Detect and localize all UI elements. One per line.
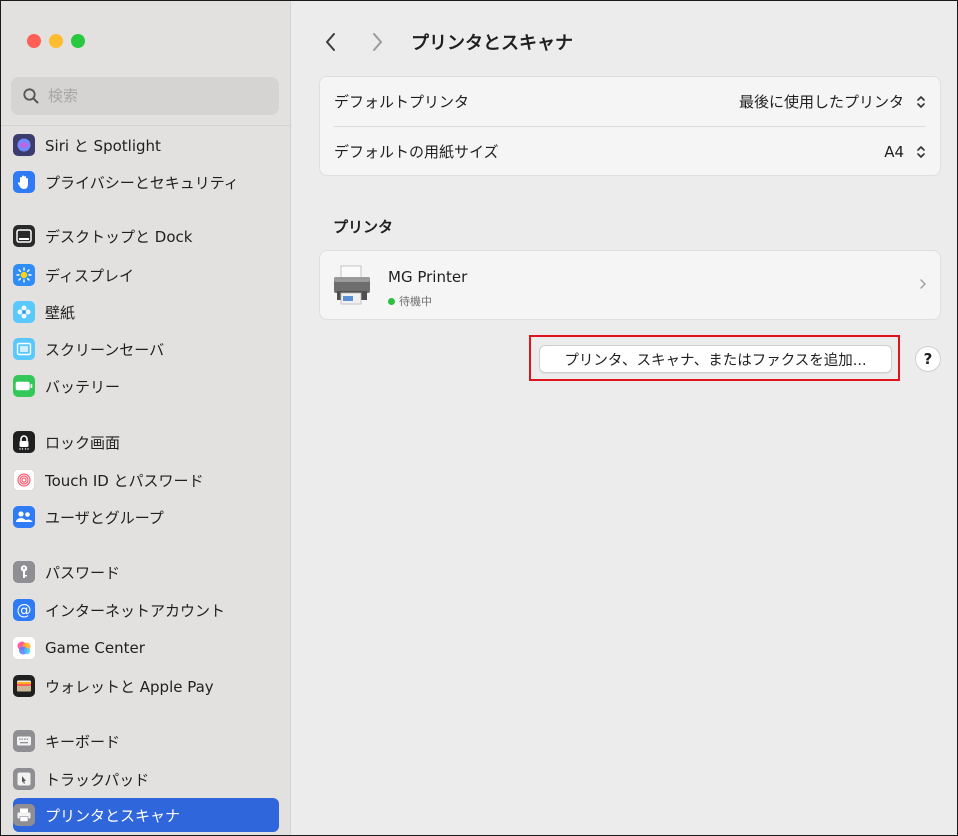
updown-chevron-icon[interactable]	[913, 92, 929, 112]
sidebar-item-internet-accounts[interactable]: @ インターネットアカウント	[13, 593, 279, 627]
sidebar-item-printers-scanners[interactable]: プリンタとスキャナ	[13, 798, 279, 832]
sidebar-item-screensaver[interactable]: スクリーンセーバ	[13, 332, 279, 366]
status-dot-icon	[388, 297, 395, 305]
flower-icon	[13, 301, 35, 323]
chevron-right-icon	[918, 275, 928, 293]
sidebar-item-trackpad[interactable]: トラックパッド	[13, 762, 279, 796]
sidebar-item-passwords[interactable]: パスワード	[13, 555, 279, 589]
sidebar-item-privacy-security[interactable]: プライバシーとセキュリティ	[13, 165, 279, 199]
sidebar-item-keyboard[interactable]: キーボード	[13, 724, 279, 758]
sidebar-item-display[interactable]: ディスプレイ	[13, 258, 279, 292]
keyboard-icon	[13, 730, 35, 752]
printer-status-text: 待機中	[399, 295, 432, 308]
sidebar-item-label: Touch ID とパスワード	[45, 471, 204, 490]
sidebar-item-label: Game Center	[45, 639, 145, 657]
window-controls	[27, 34, 85, 48]
printers-section-title: プリンタ	[333, 218, 394, 236]
sidebar-item-users-groups[interactable]: ユーザとグループ	[13, 500, 279, 534]
add-printer-scanner-fax-button[interactable]: プリンタ、スキャナ、またはファクスを追加...	[539, 345, 892, 373]
toolbar: プリンタとスキャナ	[291, 1, 957, 71]
main-pane: プリンタとスキャナ デフォルトプリンタ 最後に使用したプリンタ デフォルトの用紙…	[291, 1, 957, 835]
sidebar-item-game-center[interactable]: Game Center	[13, 631, 279, 665]
sidebar-item-label: キーボード	[45, 732, 121, 751]
wallet-icon	[13, 675, 35, 697]
updown-chevron-icon[interactable]	[913, 142, 929, 162]
default-paper-size-row[interactable]: デフォルトの用紙サイズ A4	[320, 127, 940, 176]
sidebar-item-lock-screen[interactable]: ロック画面	[13, 425, 279, 459]
sidebar-item-label: ロック画面	[45, 433, 121, 452]
sidebar-item-battery[interactable]: バッテリー	[13, 369, 279, 403]
sidebar-item-label: Siri と Spotlight	[45, 136, 161, 155]
sidebar-item-label: バッテリー	[45, 377, 121, 396]
sidebar-item-label: ディスプレイ	[45, 266, 134, 285]
sidebar-item-label: スクリーンセーバ	[45, 340, 165, 359]
sidebar-item-siri-spotlight[interactable]: Siri と Spotlight	[13, 128, 279, 162]
printer-device-icon	[332, 263, 372, 307]
at-icon: @	[13, 599, 35, 621]
search-input[interactable]	[46, 86, 270, 106]
defaults-card: デフォルトプリンタ 最後に使用したプリンタ デフォルトの用紙サイズ A4	[319, 76, 941, 176]
zoom-button[interactable]	[71, 34, 85, 48]
chevron-left-icon	[326, 33, 335, 51]
printer-list-item[interactable]: MG Printer 待機中	[319, 250, 941, 320]
default-printer-value[interactable]: 最後に使用したプリンタ	[739, 91, 904, 112]
screensaver-icon	[13, 338, 35, 360]
close-button[interactable]	[27, 34, 41, 48]
printer-icon	[13, 804, 35, 826]
users-icon	[13, 506, 35, 528]
default-paper-size-value[interactable]: A4	[884, 143, 904, 161]
printer-status: 待機中	[388, 293, 432, 309]
sidebar-item-wallpaper[interactable]: 壁紙	[13, 295, 279, 329]
printer-name: MG Printer	[388, 268, 468, 286]
magnifier-icon	[22, 87, 40, 105]
default-printer-label: デフォルトプリンタ	[334, 93, 470, 111]
help-button[interactable]: ?	[915, 346, 941, 372]
sidebar-item-label: ユーザとグループ	[45, 508, 164, 527]
settings-window: Siri と Spotlight プライバシーとセキュリティ デスクトップと D…	[0, 0, 958, 836]
sidebar: Siri と Spotlight プライバシーとセキュリティ デスクトップと D…	[1, 1, 291, 835]
sidebar-item-label: プリンタとスキャナ	[45, 806, 181, 825]
chevron-right-icon	[373, 33, 382, 51]
hand-icon	[13, 171, 35, 193]
sidebar-item-touch-id-password[interactable]: Touch ID とパスワード	[13, 463, 279, 497]
page-title: プリンタとスキャナ	[411, 33, 573, 54]
sidebar-item-label: 壁紙	[45, 303, 76, 322]
sidebar-item-label: インターネットアカウント	[45, 601, 226, 620]
siri-icon	[13, 134, 35, 156]
lock-screen-icon	[13, 431, 35, 453]
sidebar-item-label: トラックパッド	[45, 770, 150, 789]
battery-icon	[13, 375, 35, 397]
game-center-icon	[13, 637, 35, 659]
forward-button[interactable]	[365, 28, 389, 56]
back-button[interactable]	[319, 28, 343, 56]
default-paper-size-label: デフォルトの用紙サイズ	[334, 143, 499, 161]
sidebar-divider	[1, 125, 290, 126]
sidebar-item-desktop-dock[interactable]: デスクトップと Dock	[13, 219, 279, 253]
sun-icon	[13, 264, 35, 286]
sidebar-item-wallet-apple-pay[interactable]: ウォレットと Apple Pay	[13, 669, 279, 703]
minimize-button[interactable]	[49, 34, 63, 48]
trackpad-icon	[13, 768, 35, 790]
search-field[interactable]	[11, 77, 279, 115]
sidebar-item-label: デスクトップと Dock	[45, 227, 193, 246]
sidebar-item-label: プライバシーとセキュリティ	[45, 173, 239, 192]
sidebar-item-label: パスワード	[45, 563, 121, 582]
dock-icon	[13, 225, 35, 247]
sidebar-item-label: ウォレットと Apple Pay	[45, 677, 214, 696]
default-printer-row[interactable]: デフォルトプリンタ 最後に使用したプリンタ	[320, 77, 940, 126]
fingerprint-icon	[13, 469, 35, 491]
key-icon	[13, 561, 35, 583]
